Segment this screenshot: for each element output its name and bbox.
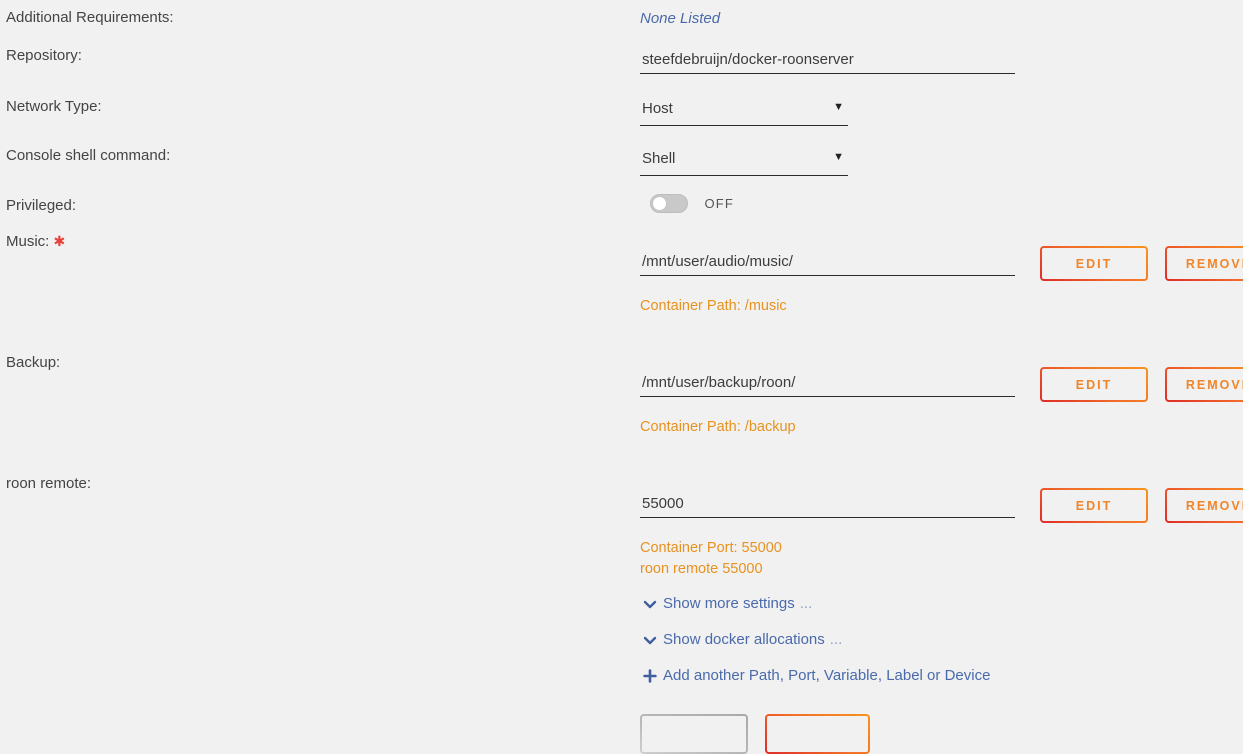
backup-container-path-hint: Container Path: /backup bbox=[640, 419, 796, 435]
roon-remote-port-input[interactable] bbox=[640, 492, 1015, 518]
backup-path-input[interactable] bbox=[640, 371, 1015, 397]
label-console-shell-command: Console shell command: bbox=[6, 147, 170, 164]
console-shell-command-value: Shell bbox=[642, 150, 676, 167]
chevron-down-icon: ▼ bbox=[833, 151, 844, 163]
label-text: Backup: bbox=[6, 354, 61, 371]
label-text: Additional Requirements: bbox=[6, 9, 174, 26]
chevron-down-icon: ▼ bbox=[833, 101, 844, 113]
roon-remote-remove-button[interactable]: REMOVE bbox=[1165, 488, 1243, 523]
backup-edit-button[interactable]: EDIT bbox=[1040, 367, 1148, 402]
console-shell-command-select[interactable]: Shell ▼ bbox=[640, 149, 848, 176]
additional-requirements-value: None Listed bbox=[640, 10, 721, 27]
music-container-path-hint: Container Path: /music bbox=[640, 298, 787, 314]
roon-remote-edit-button[interactable]: EDIT bbox=[1040, 488, 1148, 523]
network-type-select[interactable]: Host ▼ bbox=[640, 99, 848, 126]
link-label: Show more settings bbox=[663, 595, 795, 612]
toggle-knob bbox=[652, 196, 667, 211]
link-ellipsis: ... bbox=[799, 595, 813, 612]
music-remove-button[interactable]: REMOVE bbox=[1165, 246, 1243, 281]
label-additional-requirements: Additional Requirements: bbox=[6, 9, 174, 26]
privileged-toggle-state: OFF bbox=[704, 196, 735, 211]
network-type-value: Host bbox=[642, 100, 673, 117]
plus-icon bbox=[643, 668, 661, 683]
label-backup: Backup: bbox=[6, 354, 60, 371]
roon-remote-secondary-hint: roon remote 55000 bbox=[640, 561, 763, 577]
add-another-path-port-variable-link[interactable]: Add another Path, Port, Variable, Label … bbox=[643, 667, 990, 684]
repository-input[interactable] bbox=[640, 48, 1015, 74]
show-docker-allocations-link[interactable]: Show docker allocations ... bbox=[643, 631, 842, 648]
label-text: Music: bbox=[6, 233, 50, 250]
label-text: Privileged: bbox=[6, 197, 77, 214]
label-text: Repository: bbox=[6, 47, 82, 64]
music-edit-button[interactable]: EDIT bbox=[1040, 246, 1148, 281]
apply-button[interactable] bbox=[765, 714, 870, 754]
roon-remote-container-port-hint: Container Port: 55000 bbox=[640, 540, 782, 556]
show-more-settings-link[interactable]: Show more settings ... bbox=[643, 595, 812, 612]
required-asterisk-icon: ✱ bbox=[53, 233, 66, 249]
label-text: Network Type: bbox=[6, 98, 102, 115]
privileged-toggle[interactable] bbox=[650, 194, 688, 213]
backup-remove-button[interactable]: REMOVE bbox=[1165, 367, 1243, 402]
label-music: Music: ✱ bbox=[6, 233, 65, 250]
label-roon-remote: roon remote: bbox=[6, 475, 91, 492]
link-label: Add another Path, Port, Variable, Label … bbox=[663, 667, 991, 684]
label-repository: Repository: bbox=[6, 47, 82, 64]
label-text: roon remote: bbox=[6, 475, 92, 492]
chevron-down-icon bbox=[643, 633, 661, 647]
label-privileged: Privileged: bbox=[6, 197, 76, 214]
link-label: Show docker allocations bbox=[663, 631, 825, 648]
link-ellipsis: ... bbox=[829, 631, 843, 648]
label-text: Console shell command: bbox=[6, 147, 171, 164]
cancel-button[interactable] bbox=[640, 714, 748, 754]
docker-container-settings-form: Additional Requirements: None Listed Rep… bbox=[0, 0, 1243, 752]
chevron-down-icon bbox=[643, 597, 661, 611]
label-network-type: Network Type: bbox=[6, 98, 102, 115]
music-path-input[interactable] bbox=[640, 250, 1015, 276]
privileged-toggle-row: OFF bbox=[650, 194, 734, 214]
